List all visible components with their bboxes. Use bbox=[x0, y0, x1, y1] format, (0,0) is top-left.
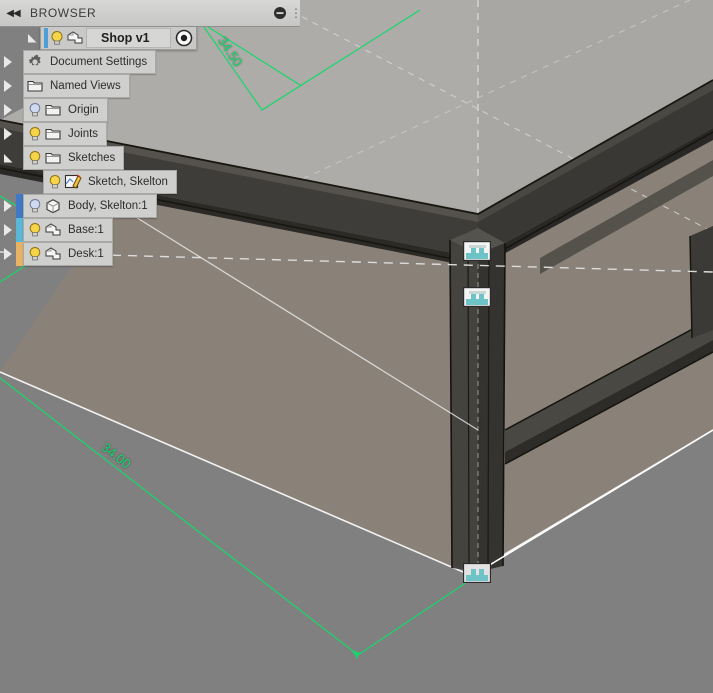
lightbulb-off-icon[interactable] bbox=[26, 197, 44, 215]
tree-item-pill[interactable]: Joints bbox=[23, 122, 108, 146]
tree-item-label: Desk:1 bbox=[68, 248, 104, 260]
folder-icon bbox=[44, 101, 62, 119]
rigid-joint-icon bbox=[463, 563, 491, 583]
tree-item-sketch-skelton[interactable]: Sketch, Skelton bbox=[0, 170, 300, 194]
tree-item-accent-bar bbox=[16, 194, 23, 218]
tree-item-accent-bar bbox=[16, 50, 23, 74]
root-twisty-icon[interactable] bbox=[24, 26, 40, 50]
tree-item-document-settings[interactable]: Document Settings bbox=[0, 50, 300, 74]
twisty-none bbox=[0, 170, 16, 194]
sketch-icon bbox=[64, 173, 82, 191]
tree-item-base-1[interactable]: Base:1 bbox=[0, 218, 300, 242]
tree-item-pill[interactable]: Desk:1 bbox=[23, 242, 113, 266]
folder-icon bbox=[26, 77, 44, 95]
tree-item-label: Origin bbox=[68, 104, 99, 116]
lightbulb-on-icon[interactable] bbox=[46, 173, 64, 191]
tree-item-pill[interactable]: Origin bbox=[23, 98, 108, 122]
tree-item-accent-bar bbox=[16, 242, 23, 266]
rigid-joint-icon bbox=[463, 241, 491, 261]
body-cube-icon bbox=[44, 197, 62, 215]
twisty-collapsed-icon[interactable] bbox=[0, 50, 16, 74]
twisty-collapsed-icon[interactable] bbox=[0, 194, 16, 218]
tree-item-sketches[interactable]: Sketches bbox=[0, 146, 300, 170]
twisty-collapsed-icon[interactable] bbox=[0, 98, 16, 122]
lightbulb-on-icon[interactable] bbox=[26, 149, 44, 167]
lightbulb-on-icon[interactable] bbox=[26, 125, 44, 143]
tree-item-label: Sketch, Skelton bbox=[88, 176, 168, 188]
tree-item-accent-bar bbox=[16, 98, 23, 122]
minimize-circle-icon[interactable] bbox=[268, 0, 292, 26]
twisty-collapsed-icon[interactable] bbox=[0, 242, 16, 266]
lightbulb-on-icon[interactable] bbox=[48, 29, 66, 47]
tree-item-label: Body, Skelton:1 bbox=[68, 200, 148, 212]
tree-item-accent-bar bbox=[16, 218, 23, 242]
root-component-label[interactable]: Shop v1 bbox=[86, 28, 171, 48]
browser-panel-header: ◀◀ BROWSER ⋮ bbox=[0, 0, 302, 27]
twisty-collapsed-icon[interactable] bbox=[0, 122, 16, 146]
tree-item-accent-bar bbox=[16, 122, 23, 146]
tree-item-joints[interactable]: Joints bbox=[0, 122, 300, 146]
tree-item-label: Sketches bbox=[68, 152, 116, 164]
lightbulb-on-icon[interactable] bbox=[26, 245, 44, 263]
component-icon bbox=[44, 245, 62, 263]
tree-item-pill[interactable]: Body, Skelton:1 bbox=[23, 194, 157, 218]
tree-item-label: Named Views bbox=[50, 80, 121, 92]
corner-leg-left-face bbox=[450, 228, 478, 572]
activate-target-icon[interactable] bbox=[175, 29, 193, 47]
drag-grip-icon[interactable]: ⋮ bbox=[290, 0, 302, 26]
tree-item-accent-bar bbox=[16, 170, 23, 194]
twisty-collapsed-icon[interactable] bbox=[0, 74, 16, 98]
double-chevron-left-icon[interactable]: ◀◀ bbox=[0, 0, 26, 26]
gear-icon bbox=[26, 53, 44, 71]
twisty-expanded-icon[interactable] bbox=[0, 146, 16, 170]
tree-item-label: Joints bbox=[68, 128, 99, 140]
twisty-collapsed-icon[interactable] bbox=[0, 218, 16, 242]
tree-item-origin[interactable]: Origin bbox=[0, 98, 300, 122]
tree-item-pill[interactable]: Sketches bbox=[23, 146, 125, 170]
folder-icon bbox=[44, 125, 62, 143]
tree-item-pill[interactable]: Base:1 bbox=[23, 218, 113, 242]
rigid-joint-icon bbox=[463, 287, 491, 307]
folder-icon bbox=[44, 149, 62, 167]
component-icon bbox=[66, 29, 84, 47]
tree-item-pill[interactable]: Named Views bbox=[23, 74, 130, 98]
tree-item-body-skelton-1[interactable]: Body, Skelton:1 bbox=[0, 194, 300, 218]
tree-item-accent-bar bbox=[16, 74, 23, 98]
tree-item-pill[interactable]: Document Settings bbox=[23, 50, 157, 74]
tree-item-label: Base:1 bbox=[68, 224, 104, 236]
tree-item-label: Document Settings bbox=[50, 56, 148, 68]
component-icon bbox=[44, 221, 62, 239]
lightbulb-off-icon[interactable] bbox=[26, 101, 44, 119]
tree-item-accent-bar bbox=[16, 146, 23, 170]
tree-item-desk-1[interactable]: Desk:1 bbox=[0, 242, 300, 266]
model-browser-tree: Shop v1 Document Settings Named Views Orig… bbox=[0, 26, 300, 266]
browser-panel-title: BROWSER bbox=[30, 6, 97, 20]
corner-leg-right-face bbox=[478, 228, 505, 572]
tree-item-named-views[interactable]: Named Views bbox=[0, 74, 300, 98]
lightbulb-on-icon[interactable] bbox=[26, 221, 44, 239]
tree-root-row[interactable]: Shop v1 bbox=[24, 26, 300, 50]
tree-item-pill[interactable]: Sketch, Skelton bbox=[43, 170, 177, 194]
